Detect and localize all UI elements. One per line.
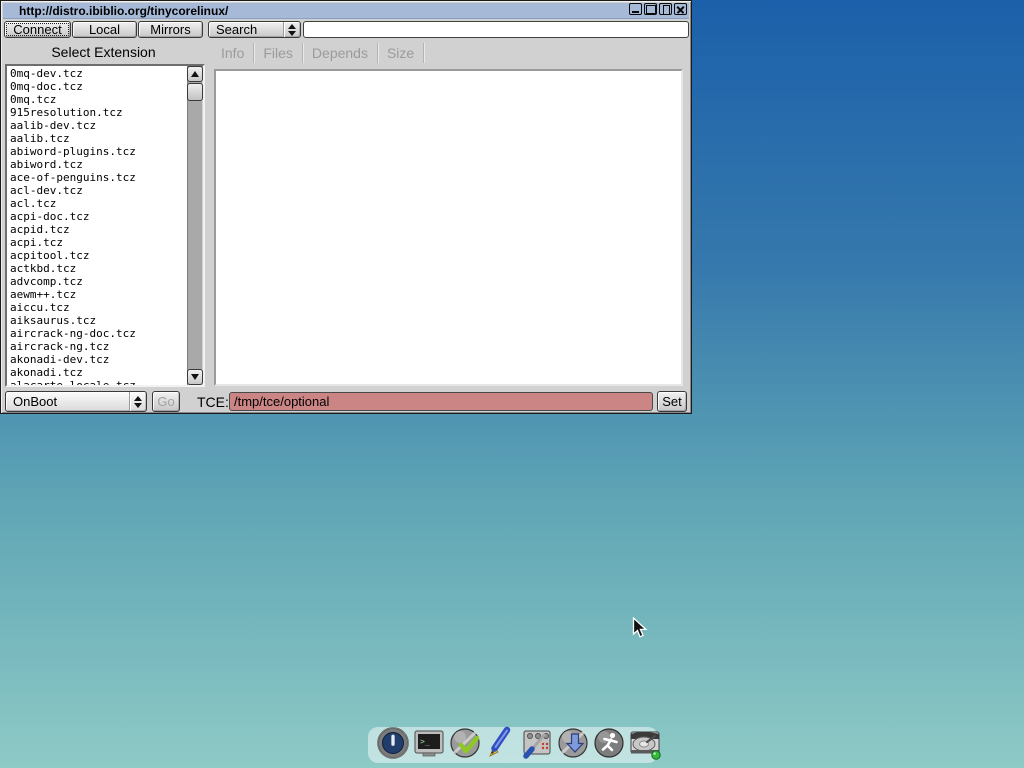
desktop: http://distro.ibiblio.org/tinycorelinux/… [0,0,1024,768]
close-button[interactable] [674,3,687,15]
go-button[interactable]: Go [152,391,180,412]
extension-item[interactable]: advcomp.tcz [10,275,186,288]
power-icon[interactable] [375,723,411,763]
list-header-label: Select Extension [1,44,206,60]
minimize-button[interactable] [629,3,642,15]
search-mode-label: Search [209,22,283,37]
extension-item[interactable]: akonadi.tcz [10,366,186,379]
mount-hdd-icon[interactable] [627,723,663,763]
local-button[interactable]: Local [72,21,137,38]
extension-listbox[interactable]: 0mq-dev.tcz0mq-doc.tcz0mq.tcz915resoluti… [5,64,205,387]
extension-item[interactable]: 915resolution.tcz [10,106,186,119]
tab-depends[interactable]: Depends [303,43,378,63]
tce-label: TCE: [197,394,229,410]
extension-item[interactable]: 0mq.tcz [10,93,186,106]
editor-pen-icon[interactable] [483,723,519,763]
extension-item[interactable]: aiksaurus.tcz [10,314,186,327]
tce-path-field[interactable] [229,392,653,411]
extension-item[interactable]: 0mq-doc.tcz [10,80,186,93]
extension-list: 0mq-dev.tcz0mq-doc.tcz0mq.tcz915resoluti… [10,67,186,385]
extension-item[interactable]: alacarte-locale.tcz [10,379,186,385]
detail-tabs: Info Files Depends Size [212,43,424,63]
extension-item[interactable]: aiccu.tcz [10,301,186,314]
maximize-button[interactable] [644,3,657,15]
svg-text:>_: >_ [420,737,430,746]
extension-item[interactable]: abiword-plugins.tcz [10,145,186,158]
tab-size[interactable]: Size [378,43,424,63]
mirrors-button[interactable]: Mirrors [138,21,203,38]
install-mode-label: OnBoot [6,394,129,409]
search-input[interactable] [303,21,689,38]
extension-item[interactable]: acl-dev.tcz [10,184,186,197]
extension-item[interactable]: aalib-dev.tcz [10,119,186,132]
run-icon[interactable] [591,723,627,763]
info-pane [214,69,683,386]
set-button[interactable]: Set [657,391,687,412]
extension-item[interactable]: aewm++.tcz [10,288,186,301]
spinner-arrows-icon[interactable] [283,22,300,37]
spinner-arrows-icon[interactable] [129,392,146,411]
shade-button[interactable] [659,3,672,15]
install-mode-select[interactable]: OnBoot [5,391,147,412]
tab-info[interactable]: Info [212,43,254,63]
extension-item[interactable]: acpid.tcz [10,223,186,236]
list-scrollbar[interactable] [187,66,203,385]
titlebar[interactable]: http://distro.ibiblio.org/tinycorelinux/ [3,3,689,19]
extension-item[interactable]: acpitool.tcz [10,249,186,262]
mouse-cursor [632,617,648,644]
control-panel-icon[interactable] [519,723,555,763]
dock-icons: >_ [375,723,663,763]
extension-item[interactable]: aircrack-ng-doc.tcz [10,327,186,340]
scroll-up-icon[interactable] [187,66,203,82]
window-title: http://distro.ibiblio.org/tinycorelinux/ [3,3,228,19]
extension-item[interactable]: acpi-doc.tcz [10,210,186,223]
extension-item[interactable]: aircrack-ng.tcz [10,340,186,353]
extension-item[interactable]: actkbd.tcz [10,262,186,275]
extension-item[interactable]: 0mq-dev.tcz [10,67,186,80]
extension-item[interactable]: aalib.tcz [10,132,186,145]
extension-item[interactable]: ace-of-penguins.tcz [10,171,186,184]
extension-item[interactable]: akonadi-dev.tcz [10,353,186,366]
extension-item[interactable]: acl.tcz [10,197,186,210]
apps-check-icon[interactable] [447,723,483,763]
scrollbar-thumb[interactable] [187,83,203,101]
window-controls [629,3,687,15]
apps-download-icon[interactable] [555,723,591,763]
extension-item[interactable]: acpi.tcz [10,236,186,249]
appbrowser-window: http://distro.ibiblio.org/tinycorelinux/… [0,0,692,414]
search-mode-select[interactable]: Search [208,21,301,38]
scroll-down-icon[interactable] [187,369,203,385]
terminal-icon[interactable]: >_ [411,723,447,763]
extension-item[interactable]: abiword.tcz [10,158,186,171]
tab-files[interactable]: Files [254,43,303,63]
connect-button[interactable]: Connect [4,21,71,38]
